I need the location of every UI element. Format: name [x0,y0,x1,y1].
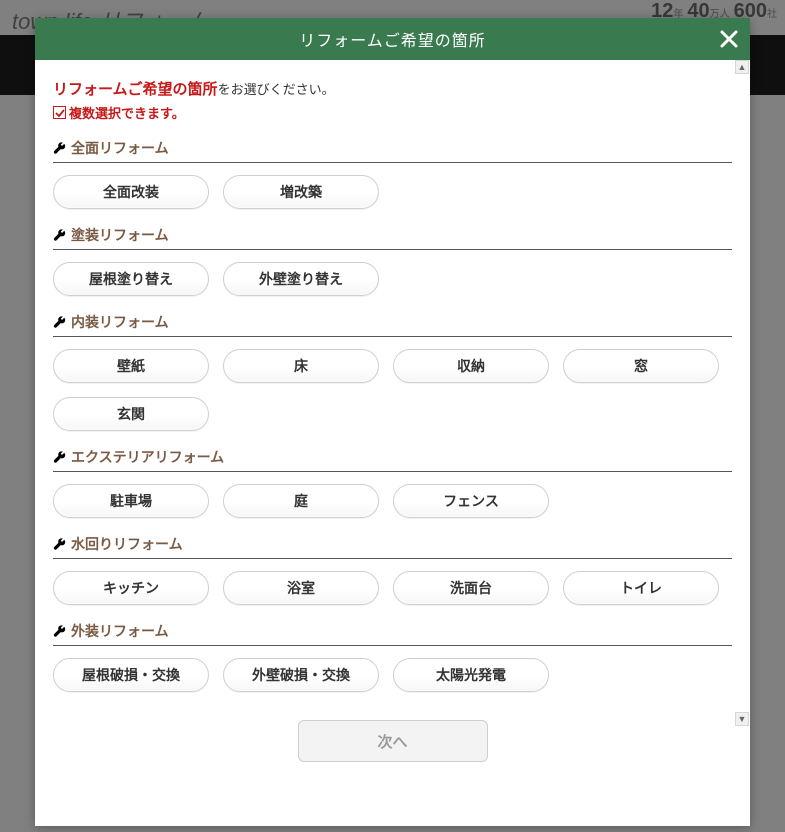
option-chip[interactable]: 洗面台 [393,571,549,605]
section-header: 全面リフォーム [53,138,732,163]
wrench-icon [53,451,66,464]
section-title: 内装リフォーム [71,312,169,332]
modal-title: リフォームご希望の箇所 [299,27,486,51]
option-chip[interactable]: 駐車場 [53,484,209,518]
option-chip[interactable]: フェンス [393,484,549,518]
wrench-icon [53,625,66,638]
option-chip[interactable]: 収納 [393,349,549,383]
wrench-icon [53,316,66,329]
option-chip[interactable]: 壁紙 [53,349,209,383]
section: 水回りリフォームキッチン浴室洗面台トイレ [53,534,732,605]
option-chip[interactable]: 全面改装 [53,175,209,209]
modal: リフォームご希望の箇所 ▲ ▼ リフォームご希望の箇所をお選びください。 複数選… [35,18,750,826]
option-group: 壁紙床収納窓玄関 [53,349,732,431]
option-chip[interactable]: 外壁破損・交換 [223,658,379,692]
section: 全面リフォーム全面改装増改築 [53,138,732,209]
option-group: 駐車場庭フェンス [53,484,732,518]
option-chip[interactable]: 太陽光発電 [393,658,549,692]
section: 塗装リフォーム屋根塗り替え外壁塗り替え [53,225,732,296]
section-title: エクステリアリフォーム [71,447,224,467]
close-button[interactable] [718,28,740,50]
option-group: キッチン浴室洗面台トイレ [53,571,732,605]
next-button[interactable]: 次へ [298,720,488,762]
close-icon [719,29,739,49]
section-title: 外装リフォーム [71,621,169,641]
option-chip[interactable]: 外壁塗り替え [223,262,379,296]
prompt-text: リフォームご希望の箇所をお選びください。 [53,78,732,99]
section: 外装リフォーム屋根破損・交換外壁破損・交換太陽光発電 [53,621,732,692]
wrench-icon [53,538,66,551]
check-icon [53,106,66,119]
modal-header: リフォームご希望の箇所 [35,18,750,60]
section-header: 外装リフォーム [53,621,732,646]
modal-body: リフォームご希望の箇所をお選びください。 複数選択できます。 全面リフォーム全面… [35,60,750,826]
option-group: 屋根破損・交換外壁破損・交換太陽光発電 [53,658,732,692]
option-chip[interactable]: 浴室 [223,571,379,605]
option-chip[interactable]: 床 [223,349,379,383]
section-header: 塗装リフォーム [53,225,732,250]
option-group: 全面改装増改築 [53,175,732,209]
wrench-icon [53,142,66,155]
wrench-icon [53,229,66,242]
section: 内装リフォーム壁紙床収納窓玄関 [53,312,732,431]
section-title: 塗装リフォーム [71,225,169,245]
option-chip[interactable]: トイレ [563,571,719,605]
section-title: 全面リフォーム [71,138,169,158]
section-header: 水回りリフォーム [53,534,732,559]
multi-select-note: 複数選択できます。 [53,103,732,122]
section-header: エクステリアリフォーム [53,447,732,472]
option-chip[interactable]: 庭 [223,484,379,518]
option-chip[interactable]: キッチン [53,571,209,605]
option-chip[interactable]: 窓 [563,349,719,383]
section: エクステリアリフォーム駐車場庭フェンス [53,447,732,518]
modal-footer: 次へ [53,708,732,766]
section-header: 内装リフォーム [53,312,732,337]
option-chip[interactable]: 屋根塗り替え [53,262,209,296]
option-group: 屋根塗り替え外壁塗り替え [53,262,732,296]
option-chip[interactable]: 屋根破損・交換 [53,658,209,692]
section-title: 水回りリフォーム [71,534,183,554]
option-chip[interactable]: 玄関 [53,397,209,431]
option-chip[interactable]: 増改築 [223,175,379,209]
